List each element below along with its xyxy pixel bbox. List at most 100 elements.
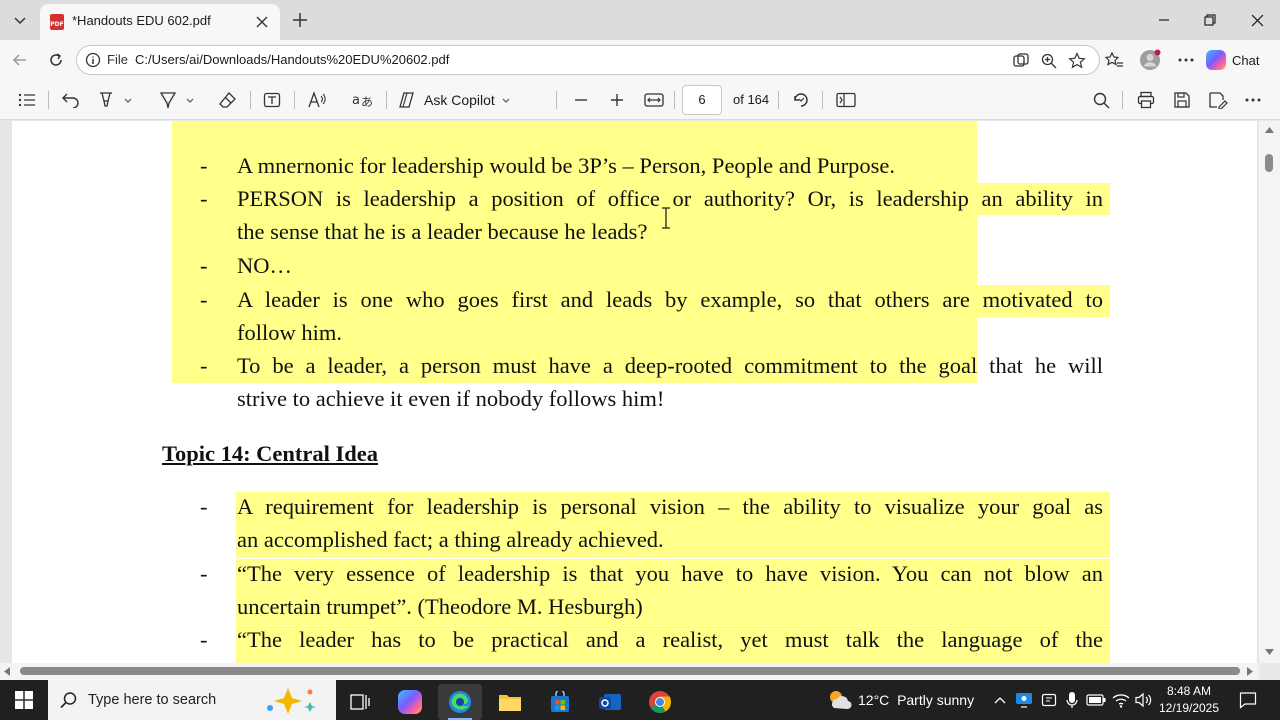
- taskbar-search-box[interactable]: Type here to search: [48, 680, 336, 720]
- settings-more-button[interactable]: [1172, 47, 1200, 73]
- save-as-button[interactable]: [1206, 88, 1230, 112]
- erase-button[interactable]: [216, 88, 240, 112]
- add-text-button[interactable]: [260, 88, 284, 112]
- show-hidden-icons-button[interactable]: [990, 690, 1010, 710]
- chat-label: Chat: [1232, 52, 1260, 68]
- address-bar[interactable]: File C:/Users/ai/Downloads/Handouts%20ED…: [76, 45, 1100, 75]
- page-view-button[interactable]: [834, 88, 858, 112]
- restore-button[interactable]: [1190, 6, 1230, 34]
- scroll-left-arrow-icon[interactable]: [4, 667, 10, 676]
- pdf-favicon-label: PDF: [50, 21, 64, 28]
- toolbar-separator: [294, 91, 295, 109]
- toolbar-separator: [250, 91, 251, 109]
- scroll-up-arrow-icon[interactable]: [1265, 127, 1274, 133]
- volume-icon[interactable]: [1134, 690, 1154, 710]
- profile-button[interactable]: [1136, 47, 1164, 73]
- contents-button[interactable]: [16, 88, 38, 112]
- tab-active[interactable]: PDF *Handouts EDU 602.pdf: [40, 4, 280, 40]
- more-horizontal-icon: [1245, 98, 1261, 102]
- zoom-icon[interactable]: [1039, 51, 1059, 71]
- pdf-page: - A mnernonic for leadership would be 3P…: [12, 121, 1257, 663]
- weather-widget[interactable]: 12°C Partly sunny: [858, 692, 974, 708]
- minimize-icon: [1159, 19, 1169, 21]
- info-icon[interactable]: [85, 52, 101, 68]
- zoom-in-button[interactable]: [606, 88, 628, 112]
- scroll-down-arrow-icon[interactable]: [1265, 649, 1274, 655]
- chevron-down-icon: [14, 17, 26, 25]
- pdf-viewer[interactable]: - A mnernonic for leadership would be 3P…: [0, 121, 1280, 663]
- translate-button[interactable]: aあ: [350, 88, 376, 112]
- favorites-button[interactable]: [1100, 47, 1128, 73]
- zoom-out-button[interactable]: [570, 88, 592, 112]
- plus-icon: [611, 94, 623, 106]
- find-button[interactable]: [1090, 88, 1112, 112]
- taskbar-store-button[interactable]: [538, 684, 582, 720]
- taskbar-file-explorer-button[interactable]: [488, 684, 532, 720]
- taskbar: Type here to search 12°C Partly sunny 8:…: [0, 680, 1280, 720]
- search-icon: [60, 692, 77, 709]
- save-button[interactable]: [1170, 88, 1194, 112]
- draw-button[interactable]: [156, 88, 198, 112]
- table-of-contents-icon: [18, 93, 35, 107]
- tray-microphone-icon[interactable]: [1062, 690, 1082, 710]
- read-aloud-button[interactable]: [304, 88, 330, 112]
- list-bullet: -: [200, 494, 208, 519]
- undo-button[interactable]: [60, 88, 82, 112]
- task-view-button[interactable]: [338, 684, 382, 720]
- new-tab-button[interactable]: [288, 8, 312, 32]
- list-bullet: -: [200, 253, 208, 278]
- close-icon: [256, 16, 268, 28]
- battery-icon[interactable]: [1086, 690, 1106, 710]
- copilot-chat-button[interactable]: Chat: [1206, 47, 1274, 73]
- taskbar-copilot-button[interactable]: [388, 684, 432, 720]
- fit-to-width-button[interactable]: [642, 88, 666, 112]
- favorite-star-icon[interactable]: [1067, 51, 1087, 71]
- minus-icon: [575, 99, 587, 101]
- back-button[interactable]: [6, 47, 34, 73]
- clock-date: 12/19/2025: [1158, 701, 1220, 715]
- avatar: [1140, 49, 1161, 70]
- copilot-icon: [1206, 50, 1226, 70]
- svg-text:a: a: [352, 93, 360, 108]
- text-line: A mnernonic for leadership would be 3P’s…: [237, 153, 896, 178]
- undo-icon: [62, 93, 79, 108]
- horizontal-scrollbar[interactable]: [0, 663, 1259, 680]
- tray-camera-icon[interactable]: [1039, 690, 1059, 710]
- taskbar-chrome-button[interactable]: [638, 684, 682, 720]
- scroll-right-arrow-icon[interactable]: [1247, 667, 1253, 676]
- read-aloud-icon: [308, 91, 326, 108]
- tab-title: *Handouts EDU 602.pdf: [72, 13, 211, 28]
- pen-icon: [159, 92, 177, 109]
- taskbar-clock[interactable]: 8:48 AM 12/19/2025: [1158, 683, 1220, 717]
- tab-close-button[interactable]: [252, 12, 272, 32]
- start-button[interactable]: [0, 680, 48, 720]
- task-view-icon: [350, 694, 370, 710]
- text-line: NO…: [237, 253, 292, 278]
- tray-meet-icon[interactable]: [1014, 690, 1034, 710]
- wifi-icon[interactable]: [1111, 690, 1131, 710]
- app-available-icon[interactable]: [1011, 51, 1031, 71]
- minimize-button[interactable]: [1144, 6, 1184, 34]
- page-number-input[interactable]: 6: [682, 85, 722, 115]
- weather-partly-sunny-icon[interactable]: [826, 688, 852, 712]
- more-options-button[interactable]: [1242, 88, 1264, 112]
- weather-temperature: 12°C: [858, 692, 890, 708]
- vertical-scrollbar[interactable]: [1259, 121, 1280, 663]
- toolbar-separator: [48, 91, 49, 109]
- rotate-button[interactable]: [790, 88, 812, 112]
- horizontal-scroll-thumb[interactable]: [20, 667, 1240, 675]
- refresh-button[interactable]: [42, 47, 70, 73]
- taskbar-edge-button[interactable]: [438, 684, 482, 720]
- vertical-scroll-thumb[interactable]: [1265, 154, 1273, 172]
- close-window-button[interactable]: [1237, 6, 1277, 34]
- ask-copilot-button[interactable]: Ask Copilot: [398, 88, 511, 112]
- text-line: “The leader has to be practical and a re…: [237, 627, 1103, 652]
- print-button[interactable]: [1134, 88, 1158, 112]
- notifications-button[interactable]: [1238, 690, 1258, 710]
- toolbar-separator: [556, 91, 557, 109]
- tab-actions-menu-button[interactable]: [6, 7, 34, 33]
- highlight-button[interactable]: [94, 88, 136, 112]
- address-url[interactable]: C:/Users/ai/Downloads/Handouts%20EDU%206…: [135, 52, 449, 67]
- taskbar-outlook-button[interactable]: [588, 684, 632, 720]
- list-bullet: -: [200, 561, 208, 586]
